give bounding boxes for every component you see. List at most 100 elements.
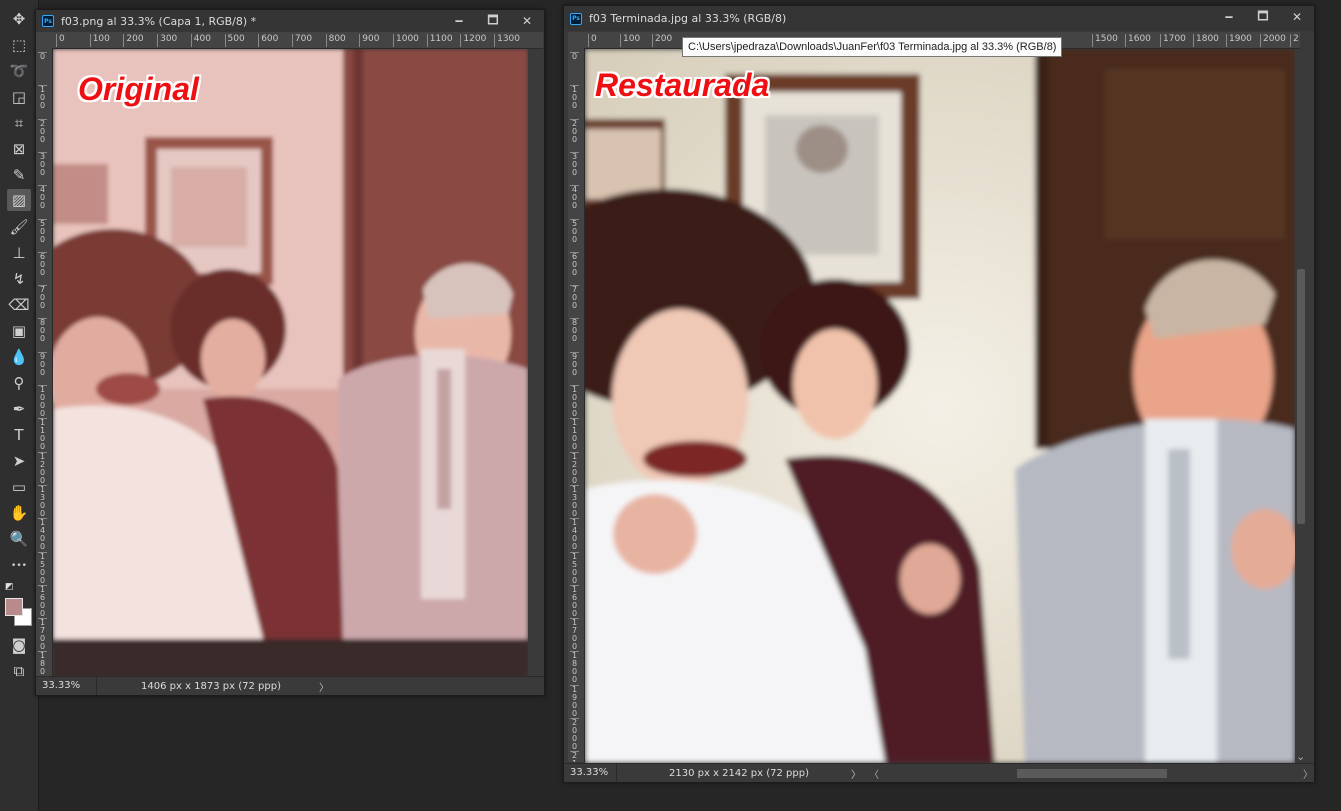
crop-icon: ⌗ (14, 113, 24, 132)
vertical-ruler[interactable]: 0 100 200 300 400 500 600 700 800 900 1000 1100 1200… (36, 48, 53, 676)
image-canvas-original[interactable]: Original (53, 49, 528, 677)
screen-mode-icon[interactable]: ⧉ (7, 660, 31, 682)
ruler-tick-label: 0 (38, 52, 47, 61)
crop-tool[interactable]: ⌗ (7, 112, 31, 134)
default-colors-icon[interactable]: ◩ (5, 582, 19, 592)
ruler-tick-label: 300 (157, 34, 177, 47)
ruler-tick-label: 100 (620, 34, 640, 47)
ruler-origin[interactable] (568, 32, 584, 48)
photoshop-icon: Ps (42, 15, 54, 27)
maximize-button[interactable]: 🗖 (476, 10, 510, 32)
brush-tool[interactable]: 🖌 (7, 216, 31, 238)
ruler-tick-label: 600 (38, 251, 47, 277)
status-menu-arrow-icon[interactable]: 〉 (839, 766, 861, 781)
foreground-color-swatch[interactable] (5, 598, 23, 616)
file-path-tooltip: C:\Users\jpedraza\Downloads\JuanFer\f03 … (682, 37, 1063, 57)
ruler-tick-label: 100 (570, 85, 579, 111)
marquee-tool[interactable]: ⬚ (7, 34, 31, 56)
ruler-tick-label: 400 (190, 34, 211, 47)
move-tool[interactable]: ✥ (7, 8, 31, 30)
scroll-down-icon[interactable]: ⌄ (1296, 750, 1305, 763)
type-icon: T (14, 425, 24, 444)
ruler-origin[interactable] (36, 32, 52, 48)
original-photo (53, 49, 528, 677)
maximize-button[interactable]: 🗖 (1246, 6, 1280, 28)
hand-tool[interactable]: ✋ (7, 502, 31, 524)
horizontal-ruler[interactable]: 0 100 200 300 400 500 600 700 800 900 1000 1100 1200… (52, 32, 543, 49)
ruler-tick-label: 2000 (570, 718, 579, 751)
ruler-tick-label: 0 (570, 52, 579, 61)
ruler-tick-label: 1900 (570, 684, 579, 718)
ruler-tick-label: 700 (38, 285, 47, 311)
close-button[interactable]: ✕ (1280, 6, 1314, 28)
stamp-icon: ⊥ (12, 243, 26, 262)
status-menu-arrow-icon[interactable]: 〉 (311, 679, 329, 694)
lasso-tool[interactable]: ➰ (7, 60, 31, 82)
tools-panel: ✥ ⬚ ➰ ◲ ⌗ ⊠ ✎ ▨ 🖌 ⊥ ↯ ⌫ ▣ 💧 ⚲ ✒ T ➤ ▭ ✋ 🔍 ••• ◩ ◙ ⧉ (0, 0, 39, 811)
ruler-tick-label: 200 (570, 118, 579, 144)
gradient-tool[interactable]: ▣ (7, 320, 31, 342)
healing-brush-tool[interactable]: ▨ (7, 189, 31, 211)
document-dimensions: 1406 px x 1873 px (72 ppp) (141, 680, 281, 692)
type-tool[interactable]: T (7, 424, 31, 446)
ruler-tick-label: 900 (359, 34, 379, 47)
ruler-tick-label: 21 (1290, 34, 1300, 47)
history-brush-tool[interactable]: ↯ (7, 268, 31, 290)
ruler-tick-label: 500 (224, 34, 245, 47)
scroll-left-icon[interactable]: 〈 (861, 766, 879, 781)
path-select-tool[interactable]: ➤ (7, 450, 31, 472)
zoom-level-field[interactable]: 33.33% (36, 677, 97, 695)
vertical-scrollbar[interactable]: ⌄ (1295, 49, 1307, 763)
ruler-tick-label: 1900 (1226, 34, 1252, 47)
vertical-scroll-thumb[interactable] (1297, 269, 1305, 524)
ruler-tick-label: 400 (570, 185, 579, 211)
ruler-tick-label: 200 (38, 118, 47, 144)
ruler-tick-label: 1500 (1092, 34, 1118, 47)
image-canvas-restored[interactable]: Restaurada (585, 49, 1295, 763)
ruler-tick-label: 500 (38, 218, 47, 244)
ruler-tick-label: 300 (570, 151, 579, 177)
clone-stamp-tool[interactable]: ⊥ (7, 242, 31, 264)
blur-tool[interactable]: 💧 (7, 346, 31, 368)
close-button[interactable]: ✕ (510, 10, 544, 32)
ruler-tick-label: 800 (38, 318, 47, 344)
frame-tool[interactable]: ⊠ (7, 138, 31, 160)
ruler-tick-label: 500 (570, 218, 579, 244)
minimize-button[interactable]: 🗕 (1212, 6, 1246, 28)
eraser-icon: ⌫ (8, 295, 30, 314)
gradient-icon: ▣ (11, 321, 27, 340)
frame-icon: ⊠ (12, 139, 26, 158)
original-label: Original (78, 71, 199, 107)
ruler-tick-label: 800 (325, 34, 346, 47)
vertical-ruler[interactable]: 0 100 200 300 400 500 600 700 800 900 1000 1100 1200… (568, 48, 585, 762)
object-select-tool[interactable]: ◲ (7, 86, 31, 108)
document-titlebar[interactable]: Ps f03 Terminada.jpg al 33.3% (RGB/8) 🗕 … (564, 6, 1314, 31)
dodge-tool[interactable]: ⚲ (7, 372, 31, 394)
droplet-icon: 💧 (9, 347, 29, 366)
document-window-restored[interactable]: Ps f03 Terminada.jpg al 33.3% (RGB/8) 🗕 … (563, 5, 1315, 783)
quick-mask-icon[interactable]: ◙ (7, 634, 31, 656)
document-window-original[interactable]: Ps f03.png al 33.3% (Capa 1, RGB/8) * 🗕 … (35, 9, 545, 696)
rectangle-tool[interactable]: ▭ (7, 476, 31, 498)
pen-tool[interactable]: ✒ (7, 398, 31, 420)
document-title: f03.png al 33.3% (Capa 1, RGB/8) * (61, 14, 257, 28)
minimize-button[interactable]: 🗕 (442, 10, 476, 32)
ruler-tick-label: 1400 (38, 518, 47, 552)
horizontal-scroll-thumb[interactable] (1017, 769, 1167, 778)
horizontal-scrollbar[interactable] (885, 766, 1295, 780)
zoom-level-field[interactable]: 33.33% (564, 764, 617, 782)
ruler-tick-label: 0 (56, 34, 65, 47)
zoom-tool[interactable]: 🔍 (7, 528, 31, 550)
ruler-tick-label: 1100 (570, 418, 579, 452)
ruler-tick-label: 1300 (38, 484, 47, 518)
eyedropper-tool[interactable]: ✎ (7, 164, 31, 186)
history-brush-icon: ↯ (12, 269, 26, 288)
eraser-tool[interactable]: ⌫ (7, 294, 31, 316)
ruler-tick-label: 1800 (1193, 34, 1219, 47)
ruler-tick-label: 300 (38, 151, 47, 177)
scroll-right-icon[interactable]: 〉 (1295, 766, 1313, 781)
more-tools[interactable]: ••• (7, 555, 31, 577)
marquee-icon: ⬚ (11, 35, 27, 54)
document-titlebar[interactable]: Ps f03.png al 33.3% (Capa 1, RGB/8) * 🗕 … (36, 10, 544, 32)
bandage-icon: ▨ (11, 190, 27, 209)
